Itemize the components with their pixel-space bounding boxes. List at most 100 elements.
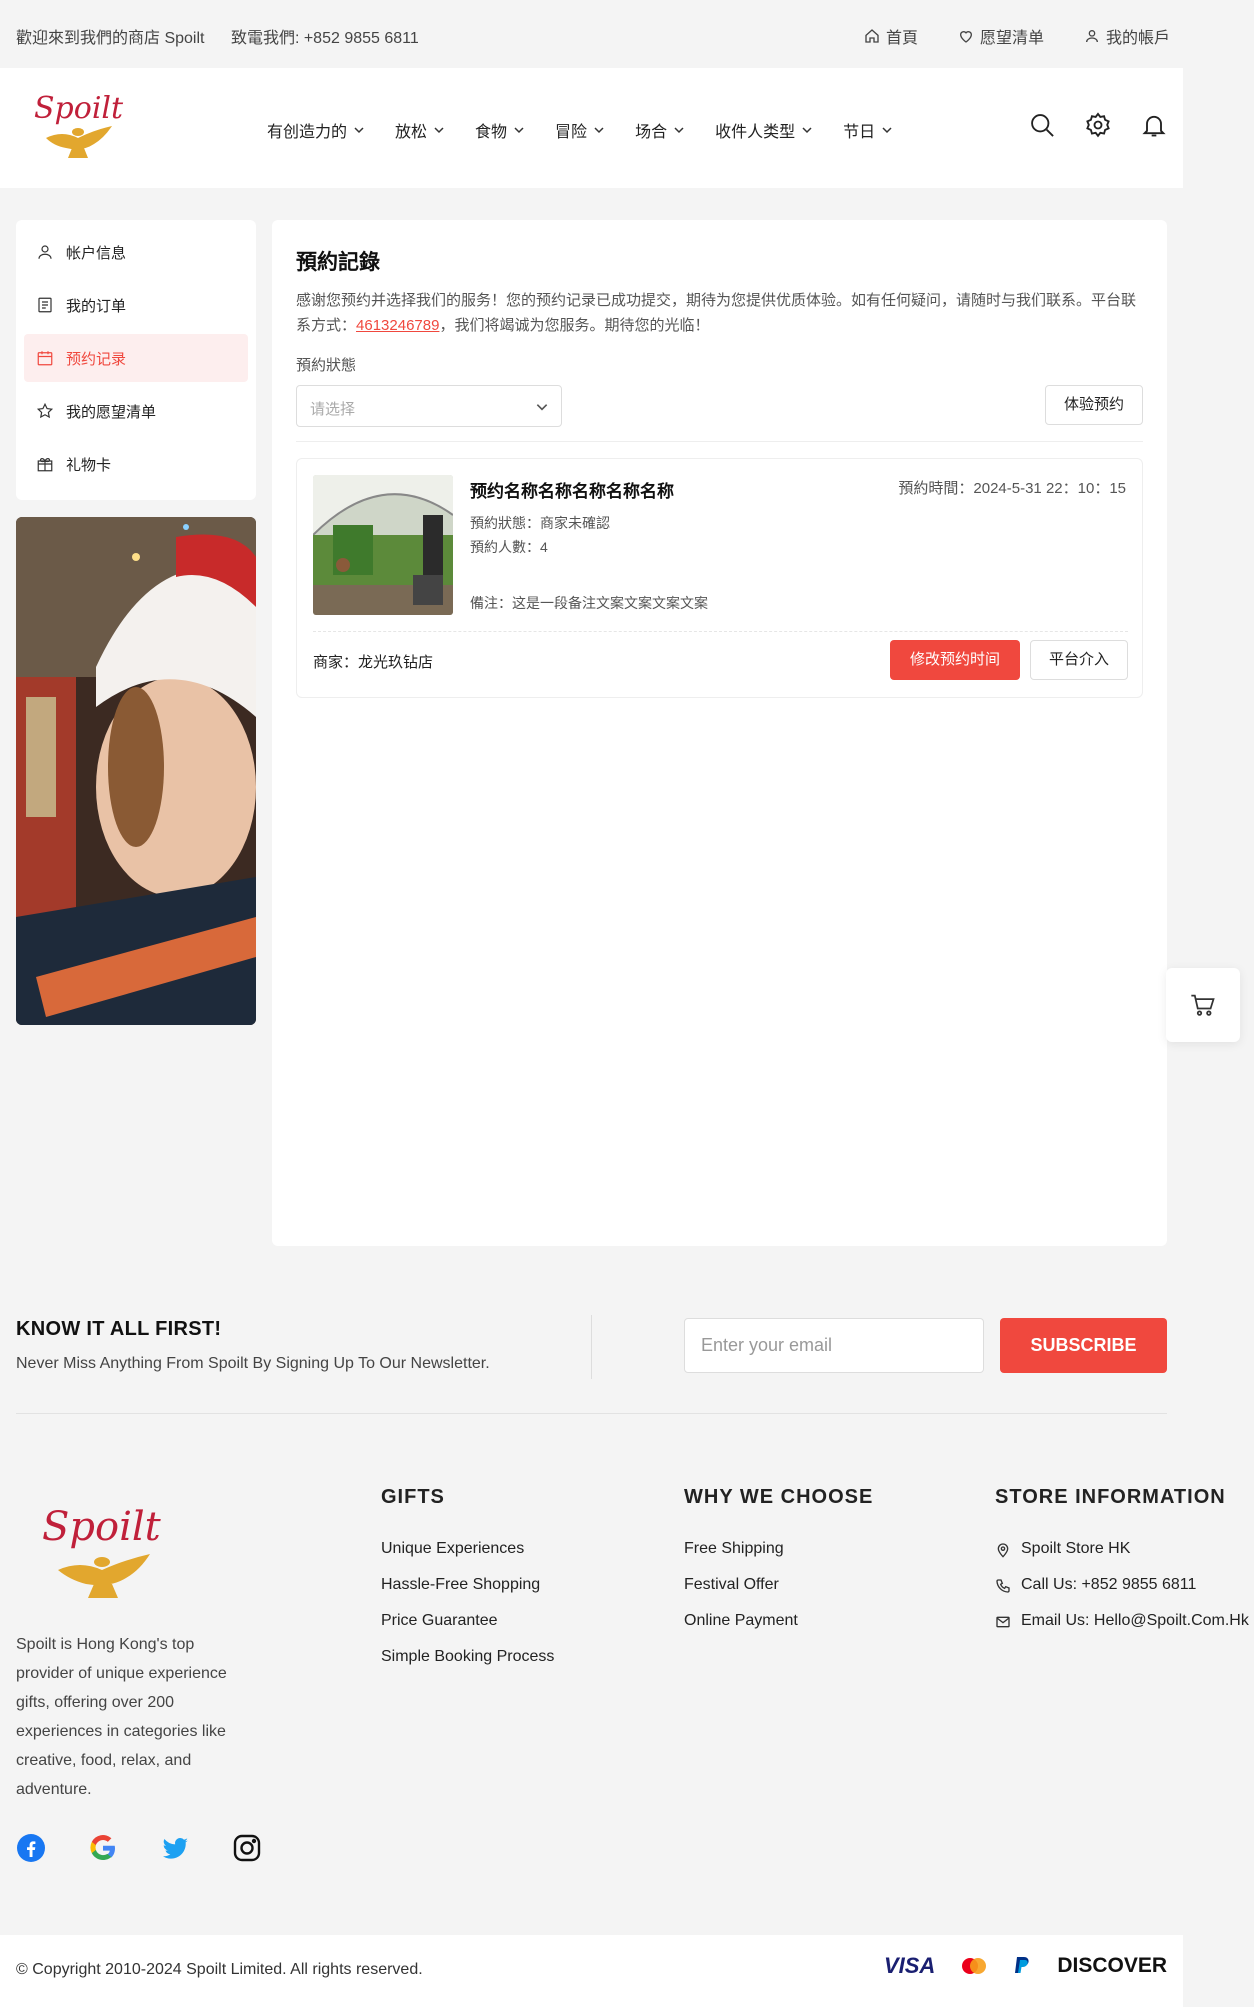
christmas-promo-image [16,517,256,1025]
account-sidebar: 帐户信息 我的订单 预约记录 我的愿望清单 礼物卡 [16,220,256,500]
wishlist-link[interactable]: 愿望清单 [958,24,1044,48]
facebook-icon[interactable] [16,1833,46,1863]
footer-gifts-list: Unique Experiences Hassle-Free Shopping … [381,1540,554,1684]
sidebar-item-account-info[interactable]: 帐户信息 [24,228,248,276]
account-link[interactable]: 我的帳戶 [1084,24,1170,48]
subscribe-button[interactable]: SUBSCRIBE [1000,1318,1167,1373]
nav-item-relax[interactable]: 放松 [395,118,445,142]
bell-icon[interactable] [1140,111,1168,139]
footer-why-title: WHY WE CHOOSE [684,1486,874,1508]
booking-time: 預約時間：2024-5-31 22：10：15 [898,480,1126,497]
cart-icon [1191,994,1215,1016]
chevron-down-icon [802,127,812,134]
svg-text:Spoilt: Spoilt [34,91,124,126]
footer-store-title: STORE INFORMATION [995,1486,1226,1508]
gear-icon[interactable] [1084,111,1112,139]
floating-cart-button[interactable] [1166,968,1240,1042]
svg-text:Spoilt: Spoilt [42,1504,162,1550]
nav-item-recipient[interactable]: 收件人类型 [715,118,813,142]
page-title: 預約記錄 [296,251,380,274]
store-phone[interactable]: Call Us: +852 9855 6811 [995,1576,1249,1612]
experience-booking-button[interactable]: 体验预约 [1045,385,1143,425]
sidebar-item-label: 礼物卡 [66,456,112,474]
sidebar-item-wishlist[interactable]: 我的愿望清单 [24,387,248,435]
select-placeholder: 请选择 [310,401,356,418]
phone-text: 致電我們: +852 9855 6811 [230,30,419,47]
sidebar-item-gift-card[interactable]: 礼物卡 [24,440,248,488]
newsletter-email-input[interactable]: Enter your email [684,1318,984,1373]
nav-item-creative[interactable]: 有创造力的 [267,118,365,142]
visa-icon: VISA [883,1953,936,1978]
chevron-down-icon [594,127,604,134]
chevron-down-icon [536,404,548,411]
nav-label: 食物 [475,124,508,141]
nav-label: 放松 [395,124,428,141]
search-icon[interactable] [1028,111,1056,139]
divider [313,631,1128,632]
calendar-icon [37,351,53,366]
user-icon [38,245,52,259]
nav-item-occasion[interactable]: 场合 [635,118,685,142]
booking-people: 預約人數：4 [470,539,548,555]
discover-icon: DISCOVER [1057,1954,1167,1977]
description-text-end: ，我们将竭诚为您服务。期待您的光临！ [439,317,710,334]
chevron-down-icon [434,127,444,134]
main-header: Spoilt 有创造力的 放松 食物 冒险 场合 收件人类型 节日 [0,68,1183,188]
platform-intervention-button[interactable]: 平台介入 [1030,640,1128,680]
top-bar: 歡迎來到我們的商店 Spoilt 致電我們: +852 9855 6811 首頁… [0,0,1254,68]
status-select[interactable]: 请选择 [296,385,562,427]
bottom-bar: © Copyright 2010-2024 Spoilt Limited. Al… [0,1935,1183,2007]
main-nav: 有创造力的 放松 食物 冒险 场合 收件人类型 节日 [267,118,893,142]
paypal-icon [1015,1957,1029,1973]
home-link[interactable]: 首頁 [864,24,918,48]
booking-records-panel: 預約記錄 感谢您预约并选择我们的服务！您的预约记录已成功提交，期待为您提供优质体… [272,220,1167,1246]
booking-status: 預約狀態：商家未確認 [470,515,610,531]
modify-booking-time-button[interactable]: 修改预约时间 [890,640,1020,680]
user-icon [1085,30,1098,43]
star-icon [36,402,54,419]
nav-label: 冒险 [555,124,588,141]
nav-item-adventure[interactable]: 冒险 [555,118,605,142]
store-email[interactable]: Email Us: Hello@Spoilt.Com.Hk [995,1612,1249,1648]
chevron-down-icon [514,127,524,134]
google-icon[interactable] [88,1833,118,1863]
footer-link[interactable]: Price Guarantee [381,1612,554,1648]
mail-icon [996,1616,1010,1628]
location-pin-icon [997,1543,1009,1558]
booking-thumbnail [313,475,453,615]
footer-logo[interactable]: Spoilt [40,1500,170,1610]
store-phone-text: Call Us: +852 9855 6811 [1021,1576,1197,1593]
account-link-label: 我的帳戶 [1105,30,1170,47]
nav-item-festival[interactable]: 节日 [843,118,893,142]
mastercard-icon [962,1958,987,1974]
copyright-text: © Copyright 2010-2024 Spoilt Limited. Al… [16,1961,423,1978]
footer-link[interactable]: Hassle-Free Shopping [381,1576,554,1612]
footer-link[interactable]: Online Payment [684,1612,798,1648]
spoilt-logo[interactable]: Spoilt [32,86,126,170]
footer-link[interactable]: Simple Booking Process [381,1648,554,1684]
home-icon [865,29,879,43]
divider [16,1413,1167,1414]
footer-why-list: Free Shipping Festival Offer Online Paym… [684,1540,798,1648]
footer-gifts-title: GIFTS [381,1486,445,1508]
contact-phone-link[interactable]: 4613246789 [356,317,439,334]
sidebar-item-orders[interactable]: 我的订单 [24,281,248,329]
footer-link[interactable]: Unique Experiences [381,1540,554,1576]
booking-note: 備注：这是一段备注文案文案文案文案 [470,595,708,611]
store-location: Spoilt Store HK [995,1540,1249,1576]
chevron-down-icon [354,127,364,134]
newsletter-title: KNOW IT ALL FIRST! [16,1318,222,1340]
nav-item-food[interactable]: 食物 [475,118,525,142]
payment-methods: VISA DISCOVER [884,1953,1167,1979]
footer-link[interactable]: Festival Offer [684,1576,798,1612]
nav-label: 场合 [635,124,668,141]
store-location-text: Spoilt Store HK [1021,1540,1131,1557]
twitter-icon[interactable] [160,1833,190,1863]
sidebar-item-bookings[interactable]: 预约记录 [24,334,248,382]
instagram-icon[interactable] [232,1833,262,1863]
header-icons [1028,111,1168,139]
footer-about: Spoilt is Hong Kong's top provider of un… [16,1636,227,1798]
footer-link[interactable]: Free Shipping [684,1540,798,1576]
sidebar-item-label: 我的愿望清单 [66,403,157,421]
welcome-text: 歡迎來到我們的商店 Spoilt [16,30,205,47]
